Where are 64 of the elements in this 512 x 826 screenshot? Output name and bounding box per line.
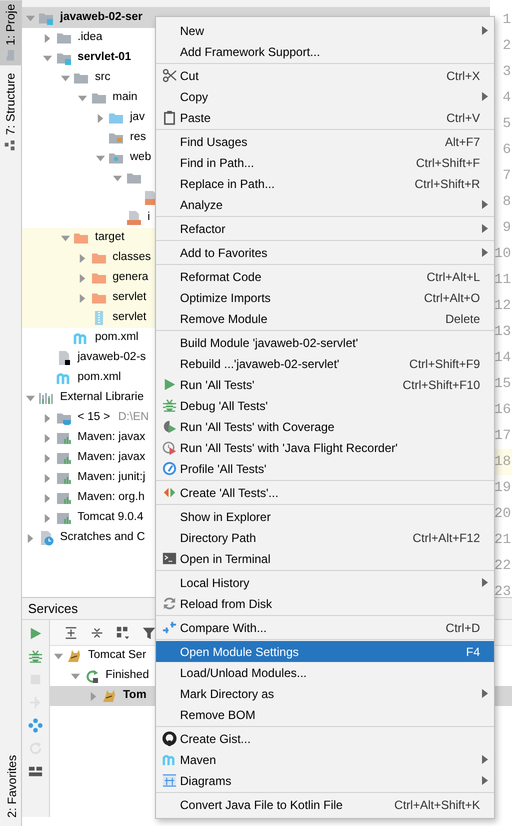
tree-label: Maven: javax	[78, 450, 146, 466]
tree-label: pom.xml	[95, 330, 138, 346]
line-number: 19	[493, 479, 512, 498]
shortcut-text: F4	[466, 644, 480, 660]
shortcut-text: Ctrl+Shift+F10	[402, 376, 480, 394]
shortcut-text: Delete	[445, 310, 480, 328]
line-number: 12	[493, 297, 512, 316]
shortcut-text: Ctrl+Shift+F9	[409, 356, 480, 372]
shortcut-text: Ctrl+Alt+Shift+K	[394, 796, 480, 814]
tree-label: Tomcat 9.0.4	[78, 510, 144, 526]
shortcut-text: Ctrl+D	[446, 620, 480, 636]
shortcut-text: Ctrl+Alt+L	[426, 268, 480, 286]
line-number: 17	[493, 427, 512, 446]
tree-label: src	[95, 70, 110, 86]
tree-label: main	[112, 90, 138, 106]
tree-label: < 15 >	[78, 410, 110, 426]
shortcut-text: Ctrl+Shift+R	[414, 176, 480, 192]
shortcut-text: Ctrl+X	[446, 68, 480, 84]
tree-label: Maven: javax	[78, 430, 146, 446]
tree-label: servlet	[112, 290, 146, 306]
line-number: 20	[493, 505, 512, 524]
tree-label: servlet	[112, 310, 146, 326]
tree-label: javaweb-02-s	[78, 350, 146, 366]
tree-label: res	[130, 130, 146, 146]
tree-label: Tomcat Ser	[88, 648, 146, 664]
line-number: 21	[493, 531, 512, 550]
line-number: 15	[493, 375, 512, 394]
line-number: 5	[502, 115, 512, 134]
line-number: 4	[502, 89, 512, 108]
shortcut-text: Ctrl+Alt+O	[424, 290, 480, 306]
tree-label: .idea	[78, 30, 102, 46]
tree-label: genera	[112, 270, 148, 286]
line-number: 7	[502, 167, 512, 186]
tree-label: Finished	[106, 668, 149, 684]
tree-label: javaweb-02-ser	[60, 10, 142, 26]
line-number: 14	[493, 349, 512, 368]
shortcut-text: Ctrl+Alt+F12	[412, 530, 480, 546]
line-number: 9	[502, 219, 512, 238]
shortcut-text: Ctrl+Shift+F	[416, 154, 480, 172]
line-number: 2	[502, 37, 512, 56]
line-number: 11	[493, 271, 512, 290]
line-number: 1	[502, 11, 512, 30]
line-number: 6	[502, 141, 512, 160]
line-number: 10	[493, 245, 512, 264]
line-number: 13	[493, 323, 512, 342]
shortcut-text: Ctrl+V	[446, 110, 480, 126]
tree-label: servlet-01	[78, 50, 132, 66]
tree-label: classes	[112, 250, 151, 266]
tree-label: i	[148, 210, 150, 226]
tree-label: Scratches and C	[60, 530, 146, 546]
tree-label: External Librarie	[60, 390, 144, 406]
tree-label: Maven: junit:j	[78, 470, 146, 486]
line-number: 22	[493, 557, 512, 576]
tree-label: Tom	[123, 688, 146, 704]
line-number: 16	[493, 401, 512, 420]
tree-label: jav	[130, 110, 145, 126]
tree-label: pom.xml	[78, 370, 121, 386]
tree-label: Maven: org.h	[78, 490, 145, 506]
tree-label: target	[95, 230, 124, 246]
shortcut-text: Alt+F7	[444, 134, 480, 150]
tree-label: web	[130, 150, 152, 166]
line-number: 3	[502, 63, 512, 82]
path-text: D:\EN	[118, 410, 149, 426]
line-number: 8	[502, 193, 512, 212]
